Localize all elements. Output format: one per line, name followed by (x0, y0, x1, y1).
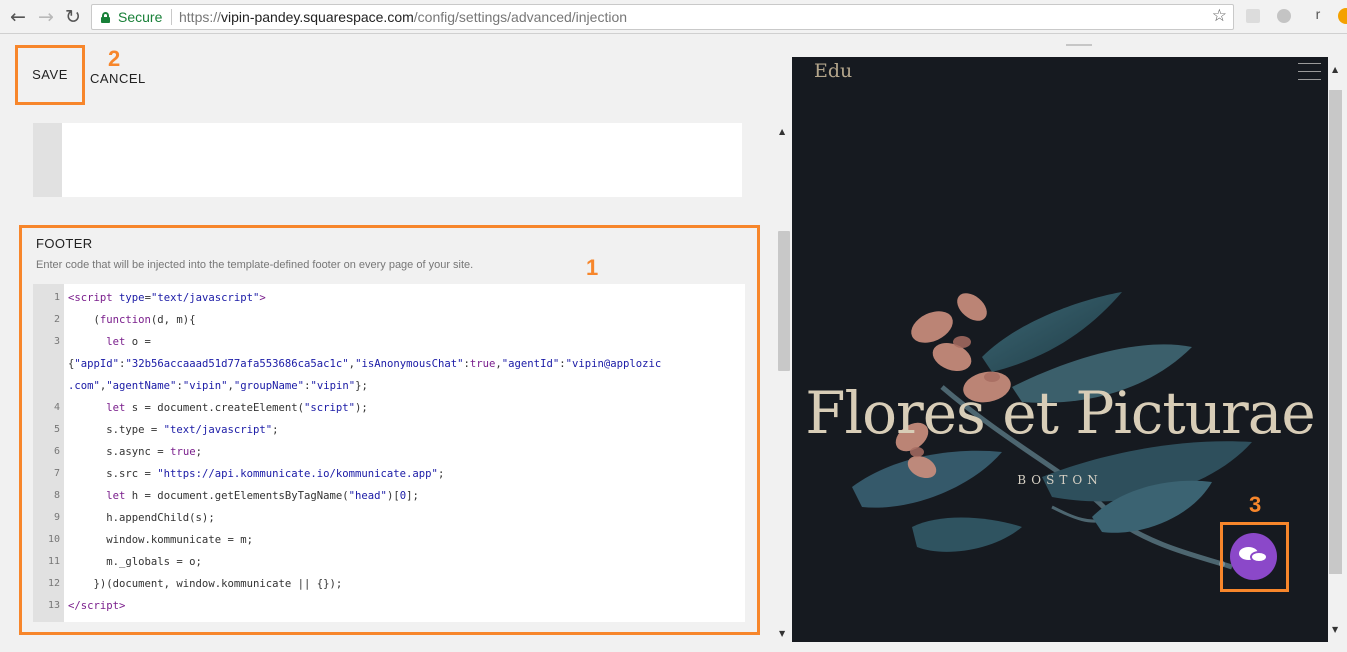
code-text: let h = document.getElementsByTagName("h… (106, 490, 419, 502)
code-text: let o = (106, 336, 151, 348)
line-number: 7 (53, 468, 60, 479)
code-line[interactable]: 8 let h = document.getElementsByTagName(… (33, 485, 745, 507)
hamburger-menu-icon[interactable] (1298, 63, 1321, 80)
save-button[interactable]: SAVE (15, 45, 85, 105)
code-text: </script> (68, 600, 126, 612)
code-line[interactable]: 5 s.type = "text/javascript"; (33, 419, 745, 441)
scroll-down-arrow-icon[interactable]: ▼ (779, 629, 785, 638)
chat-bubble-icon (1250, 551, 1268, 563)
code-text: })(document, window.kommunicate || {}); (68, 578, 343, 590)
code-line[interactable]: 9 h.appendChild(s); (33, 507, 745, 529)
browser-toolbar: ← → ↻ Secure https://vipin-pandey.square… (0, 0, 1347, 34)
code-line[interactable]: 4 let s = document.createElement("script… (33, 397, 745, 419)
chat-launcher-button[interactable] (1230, 533, 1277, 580)
code-text: h.appendChild(s); (68, 512, 215, 524)
footer-section-title: FOOTER (36, 236, 93, 251)
back-arrow-icon[interactable]: ← (7, 6, 29, 28)
code-text: (function(d, m){ (68, 314, 196, 326)
line-number: 2 (53, 314, 60, 325)
code-line[interactable]: 6 s.async = true; (33, 441, 745, 463)
site-logo[interactable]: Edu (814, 60, 852, 82)
code-text: let s = document.createElement("script")… (106, 402, 368, 414)
url-text[interactable]: https://vipin-pandey.squarespace.com/con… (179, 9, 627, 25)
extension-icon[interactable] (1246, 9, 1260, 23)
code-text: {"appId":"32b56accaaad51d77afa553686ca5a… (68, 358, 662, 370)
code-line[interactable]: 10 window.kommunicate = m; (33, 529, 745, 551)
callout-number: 2 (108, 46, 121, 71)
code-text: .com","agentName":"vipin","groupName":"v… (68, 380, 368, 392)
address-separator (171, 9, 172, 25)
line-number: 11 (47, 556, 60, 567)
line-number: 5 (53, 424, 60, 435)
settings-pane: SAVE 2 CANCEL ▲ ▼ 1 FOOTER Enter code th… (0, 35, 792, 652)
url-path: /config/settings/advanced/injection (413, 9, 628, 25)
code-line[interactable]: 12 })(document, window.kommunicate || {}… (33, 573, 745, 595)
forward-arrow-icon[interactable]: → (35, 6, 57, 28)
preview-scrollbar[interactable]: ▲ ▼ (1328, 57, 1347, 642)
code-line[interactable]: 3 let o = (33, 331, 745, 353)
code-line[interactable]: .com","agentName":"vipin","groupName":"v… (33, 375, 745, 397)
scrollbar-thumb[interactable] (1329, 90, 1342, 574)
code-text: s.async = true; (68, 446, 202, 458)
hero-subtitle: BOSTON (1017, 473, 1103, 487)
extension-letter-icon[interactable]: r (1311, 6, 1325, 24)
line-number: 3 (53, 336, 60, 347)
code-text: window.kommunicate = m; (68, 534, 253, 546)
footer-injection-section: FOOTER Enter code that will be injected … (19, 225, 760, 635)
profile-avatar-icon[interactable] (1338, 8, 1347, 24)
code-line[interactable]: 11 m._globals = o; (33, 551, 745, 573)
secure-label: Secure (118, 9, 163, 25)
line-number: 9 (53, 512, 60, 523)
line-number: 1 (53, 292, 60, 303)
code-line[interactable]: 7 s.src = "https://api.kommunicate.io/ko… (33, 463, 745, 485)
code-line[interactable]: 1 <script type="text/javascript"> (33, 287, 745, 309)
code-text: s.src = "https://api.kommunicate.io/komm… (68, 468, 445, 480)
code-line[interactable]: 2 (function(d, m){ (33, 309, 745, 331)
extension-icon[interactable] (1277, 9, 1291, 23)
scrollbar-thumb[interactable] (778, 231, 790, 371)
address-bar[interactable]: Secure https://vipin-pandey.squarespace.… (91, 4, 1234, 30)
editor-gutter (33, 123, 62, 197)
code-line[interactable]: 13 </script> (33, 595, 745, 617)
reload-icon[interactable]: ↻ (62, 6, 84, 28)
code-text: s.type = "text/javascript"; (68, 424, 279, 436)
cancel-button[interactable]: CANCEL (90, 71, 146, 86)
line-number: 8 (53, 490, 60, 501)
line-number: 13 (47, 600, 60, 611)
bookmark-star-icon[interactable]: ☆ (1212, 6, 1227, 26)
header-code-editor[interactable] (33, 123, 742, 197)
line-number: 12 (47, 578, 60, 589)
footer-section-description: Enter code that will be injected into th… (36, 259, 474, 271)
line-number: 10 (47, 534, 60, 545)
code-text: m._globals = o; (68, 556, 202, 568)
preview-drag-handle[interactable] (1066, 44, 1092, 46)
footer-code-editor[interactable]: 1 <script type="text/javascript"> 2 (funct… (33, 284, 745, 622)
code-text: <script type="text/javascript"> (68, 292, 266, 304)
scroll-down-arrow-icon[interactable]: ▼ (1332, 625, 1338, 634)
lock-icon (101, 12, 110, 23)
callout-number: 3 (1249, 492, 1262, 517)
line-number: 4 (53, 402, 60, 413)
hero-title: Flores et Picturae (805, 379, 1315, 447)
scroll-up-arrow-icon[interactable]: ▲ (779, 127, 785, 136)
url-host: vipin-pandey.squarespace.com (221, 9, 414, 25)
url-scheme: https:// (179, 9, 222, 25)
scroll-up-arrow-icon[interactable]: ▲ (1332, 65, 1338, 74)
line-number: 6 (53, 446, 60, 457)
code-line[interactable]: {"appId":"32b56accaaad51d77afa553686ca5a… (33, 353, 745, 375)
